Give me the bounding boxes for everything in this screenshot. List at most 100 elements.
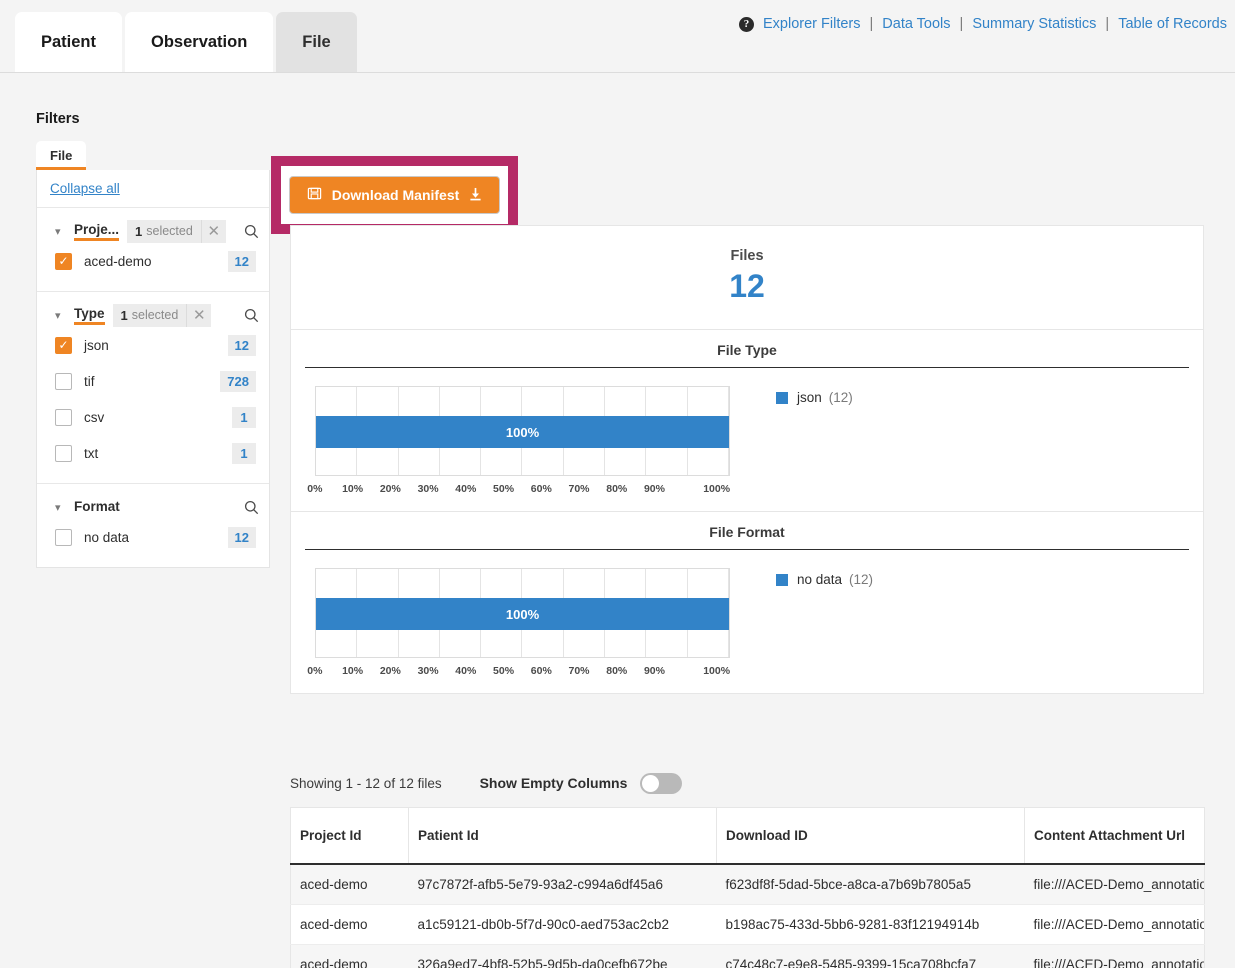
show-empty-columns-toggle[interactable] <box>640 772 683 794</box>
table-row[interactable]: aced-demo 326a9ed7-4bf8-52b5-9d5b-da0cef… <box>290 944 1205 968</box>
chart-file-type: File Type 100% 0% 10% 20% 30% 40% 50% 60… <box>291 330 1203 512</box>
page-body: Filters File Collapse all ▾ Proje... 1 s… <box>0 72 1235 968</box>
cell-patient-id: 326a9ed7-4bf8-52b5-9d5b-da0cefb672be <box>408 944 717 968</box>
collapse-all-link[interactable]: Collapse all <box>37 170 269 208</box>
filter-option-label: no data <box>84 529 130 545</box>
x-tick: 40% <box>455 483 477 495</box>
nav-separator: | <box>869 16 874 32</box>
cell-patient-id: 97c7872f-afb5-5e79-93a2-c994a6df45a6 <box>408 863 717 905</box>
filter-option[interactable]: csv 1 <box>37 399 269 435</box>
summary-card: Files 12 File Type 100% 0% 10% 20% 30% 4… <box>290 225 1204 694</box>
selected-chip: 1 selected ✕ <box>127 219 226 243</box>
chart-title: File Format <box>305 524 1189 550</box>
chart-file-format: File Format 100% 0% 10% 20% 30% 40% 50% … <box>291 512 1203 693</box>
legend-count: (12) <box>828 390 853 405</box>
column-header-download-id[interactable]: Download ID <box>716 807 1025 865</box>
link-data-tools[interactable]: Data Tools <box>882 16 950 32</box>
sidebar-tabs: File <box>36 141 270 170</box>
top-nav-links: ? Explorer Filters | Data Tools | Summar… <box>739 16 1227 32</box>
filter-option[interactable]: ✓ aced-demo 12 <box>37 243 269 279</box>
filter-section-title[interactable]: Type <box>74 306 105 325</box>
chip-label: selected <box>131 308 179 322</box>
filter-section-title[interactable]: Format <box>74 499 120 515</box>
legend-swatch-icon <box>776 391 788 404</box>
legend-item[interactable]: json (12) <box>776 390 853 405</box>
search-icon[interactable] <box>244 500 259 515</box>
cell-download-id[interactable]: c74c48c7-e9e8-5485-9399-15ca708bcfa7 <box>716 944 1025 968</box>
checkbox-icon[interactable] <box>55 444 72 462</box>
download-manifest-button[interactable]: Download Manifest <box>288 176 501 214</box>
x-tick: 0% <box>307 483 323 495</box>
x-tick: 40% <box>455 665 477 677</box>
chart-row: 100% 0% 10% 20% 30% 40% 50% 60% 70% 80% <box>305 386 1189 495</box>
cell-content-attachment-url: file:///ACED-Demo_annotatio <box>1024 863 1205 905</box>
toggle-knob <box>642 774 660 792</box>
link-table-of-records[interactable]: Table of Records <box>1118 16 1227 32</box>
cell-content-attachment-url: file:///ACED-Demo_annotatio <box>1024 944 1205 968</box>
checkbox-checked-icon[interactable]: ✓ <box>55 252 72 270</box>
show-empty-columns-label: Show Empty Columns <box>479 775 628 791</box>
chip-label: selected <box>146 224 193 238</box>
chevron-down-icon[interactable]: ▾ <box>55 309 67 322</box>
clear-filter-icon[interactable]: ✕ <box>186 303 211 327</box>
tab-observation[interactable]: Observation <box>125 12 274 72</box>
nav-separator: | <box>1105 16 1110 32</box>
chevron-down-icon[interactable]: ▾ <box>55 225 67 238</box>
legend-count: (12) <box>849 572 874 587</box>
x-tick: 60% <box>530 665 552 677</box>
sidebar-tab-file[interactable]: File <box>36 141 87 170</box>
checkbox-checked-icon[interactable]: ✓ <box>55 336 72 354</box>
clear-filter-icon[interactable]: ✕ <box>200 219 226 243</box>
filter-option-count: 1 <box>232 406 256 428</box>
link-summary-statistics[interactable]: Summary Statistics <box>972 16 1096 32</box>
filters-sidebar: Filters File Collapse all ▾ Proje... 1 s… <box>36 111 270 568</box>
x-tick: 30% <box>417 665 439 677</box>
question-mark-icon[interactable]: ? <box>739 16 754 32</box>
legend-label: no data <box>797 572 843 587</box>
x-tick: 0% <box>307 665 323 677</box>
search-icon[interactable] <box>244 224 259 239</box>
tab-patient[interactable]: Patient <box>15 12 123 72</box>
filter-option[interactable]: txt 1 <box>37 435 269 471</box>
filter-option[interactable]: ✓ json 12 <box>37 327 269 363</box>
filter-option-count: 12 <box>227 334 256 356</box>
checkbox-icon[interactable] <box>55 372 72 390</box>
filter-section-header: ▾ Type 1 selected ✕ <box>37 303 269 327</box>
filter-option[interactable]: tif 728 <box>37 363 269 399</box>
column-header-patient-id[interactable]: Patient Id <box>408 807 717 865</box>
chart-legend: no data (12) <box>730 568 873 677</box>
x-tick: 10% <box>342 665 364 677</box>
chart-grid: 100% <box>315 386 730 476</box>
column-header-content-attachment-url[interactable]: Content Attachment Url <box>1024 807 1205 865</box>
chart-bar[interactable]: 100% <box>316 416 729 448</box>
selected-chip: 1 selected ✕ <box>112 303 212 327</box>
filter-option[interactable]: no data 12 <box>37 519 269 555</box>
checkbox-icon[interactable] <box>55 408 72 426</box>
cell-download-id[interactable]: f623df8f-5dad-5bce-a8ca-a7b69b7805a5 <box>716 863 1025 905</box>
filter-section-title[interactable]: Proje... <box>74 222 120 241</box>
x-tick: 80% <box>606 665 628 677</box>
search-icon[interactable] <box>244 308 259 323</box>
cell-download-id[interactable]: b198ac75-433d-5bb6-9281-83f12194914b <box>716 904 1025 945</box>
x-tick: 20% <box>379 483 401 495</box>
download-manifest-highlight: Download Manifest <box>271 156 518 234</box>
filter-section-header: ▾ Proje... 1 selected ✕ <box>37 219 269 243</box>
table-row[interactable]: aced-demo 97c7872f-afb5-5e79-93a2-c994a6… <box>290 863 1205 905</box>
chevron-down-icon[interactable]: ▾ <box>55 501 67 514</box>
chart-bar[interactable]: 100% <box>316 598 729 630</box>
cell-content-attachment-url: file:///ACED-Demo_annotatio <box>1024 904 1205 945</box>
filter-section-type: ▾ Type 1 selected ✕ ✓ json 12 tif 728 cs… <box>37 292 269 484</box>
chip-count: 1 <box>135 223 143 239</box>
link-explorer-filters[interactable]: Explorer Filters <box>763 16 861 32</box>
checkbox-icon[interactable] <box>55 528 72 546</box>
legend-item[interactable]: no data (12) <box>776 572 873 587</box>
main-tabs: Patient Observation File <box>15 12 360 72</box>
column-header-project-id[interactable]: Project Id <box>290 807 409 865</box>
tab-file[interactable]: File <box>276 12 357 72</box>
cell-patient-id: a1c59121-db0b-5f7d-90c0-aed753ac2cb2 <box>408 904 717 945</box>
chart-plot-area: 100% 0% 10% 20% 30% 40% 50% 60% 70% 80% <box>307 568 730 677</box>
x-tick: 30% <box>417 483 439 495</box>
table-row[interactable]: aced-demo a1c59121-db0b-5f7d-90c0-aed753… <box>290 904 1205 945</box>
chart-row: 100% 0% 10% 20% 30% 40% 50% 60% 70% 80% <box>305 568 1189 677</box>
nav-separator: | <box>959 16 964 32</box>
